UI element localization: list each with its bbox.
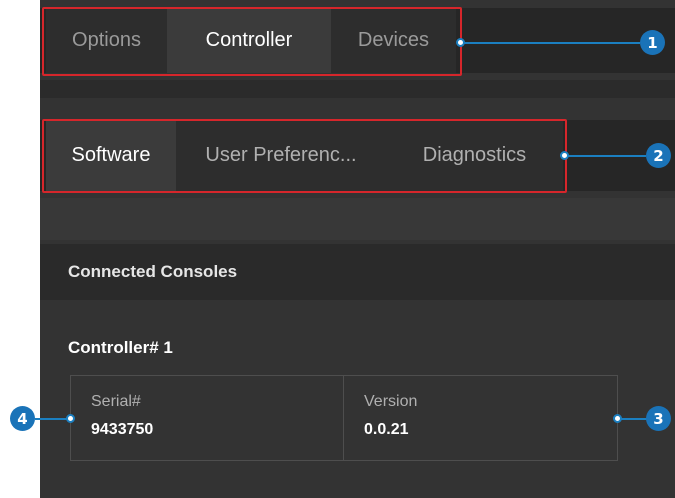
serial-value: 9433750 <box>91 421 154 438</box>
callout-3-leader <box>619 418 647 420</box>
connected-consoles-header: Connected Consoles <box>40 244 675 300</box>
serial-column: Serial# 9433750 <box>71 376 344 460</box>
controller-title: Controller# 1 <box>68 338 173 357</box>
callout-2-badge: 2 <box>646 143 671 168</box>
callout-4-dot <box>66 414 75 423</box>
highlight-sub-tabs <box>42 119 567 193</box>
tab-separator <box>40 80 675 98</box>
sub-tab-separator <box>40 198 675 240</box>
version-column: Version 0.0.21 <box>344 376 618 460</box>
serial-label: Serial# <box>91 393 141 410</box>
callout-1-dot <box>456 38 465 47</box>
version-label: Version <box>364 393 418 410</box>
highlight-main-tabs <box>42 7 462 76</box>
callout-3-dot <box>613 414 622 423</box>
controller-info-box: Serial# 9433750 Version 0.0.21 <box>70 375 618 461</box>
callout-4-leader <box>35 418 69 420</box>
callout-2-leader <box>567 155 646 157</box>
callout-1-leader <box>462 42 640 44</box>
callout-3-badge: 3 <box>646 406 671 431</box>
callout-4-badge: 4 <box>10 406 35 431</box>
callout-1-badge: 1 <box>640 30 665 55</box>
section-header-label: Connected Consoles <box>68 262 238 281</box>
callout-2-dot <box>560 151 569 160</box>
version-value: 0.0.21 <box>364 421 409 438</box>
